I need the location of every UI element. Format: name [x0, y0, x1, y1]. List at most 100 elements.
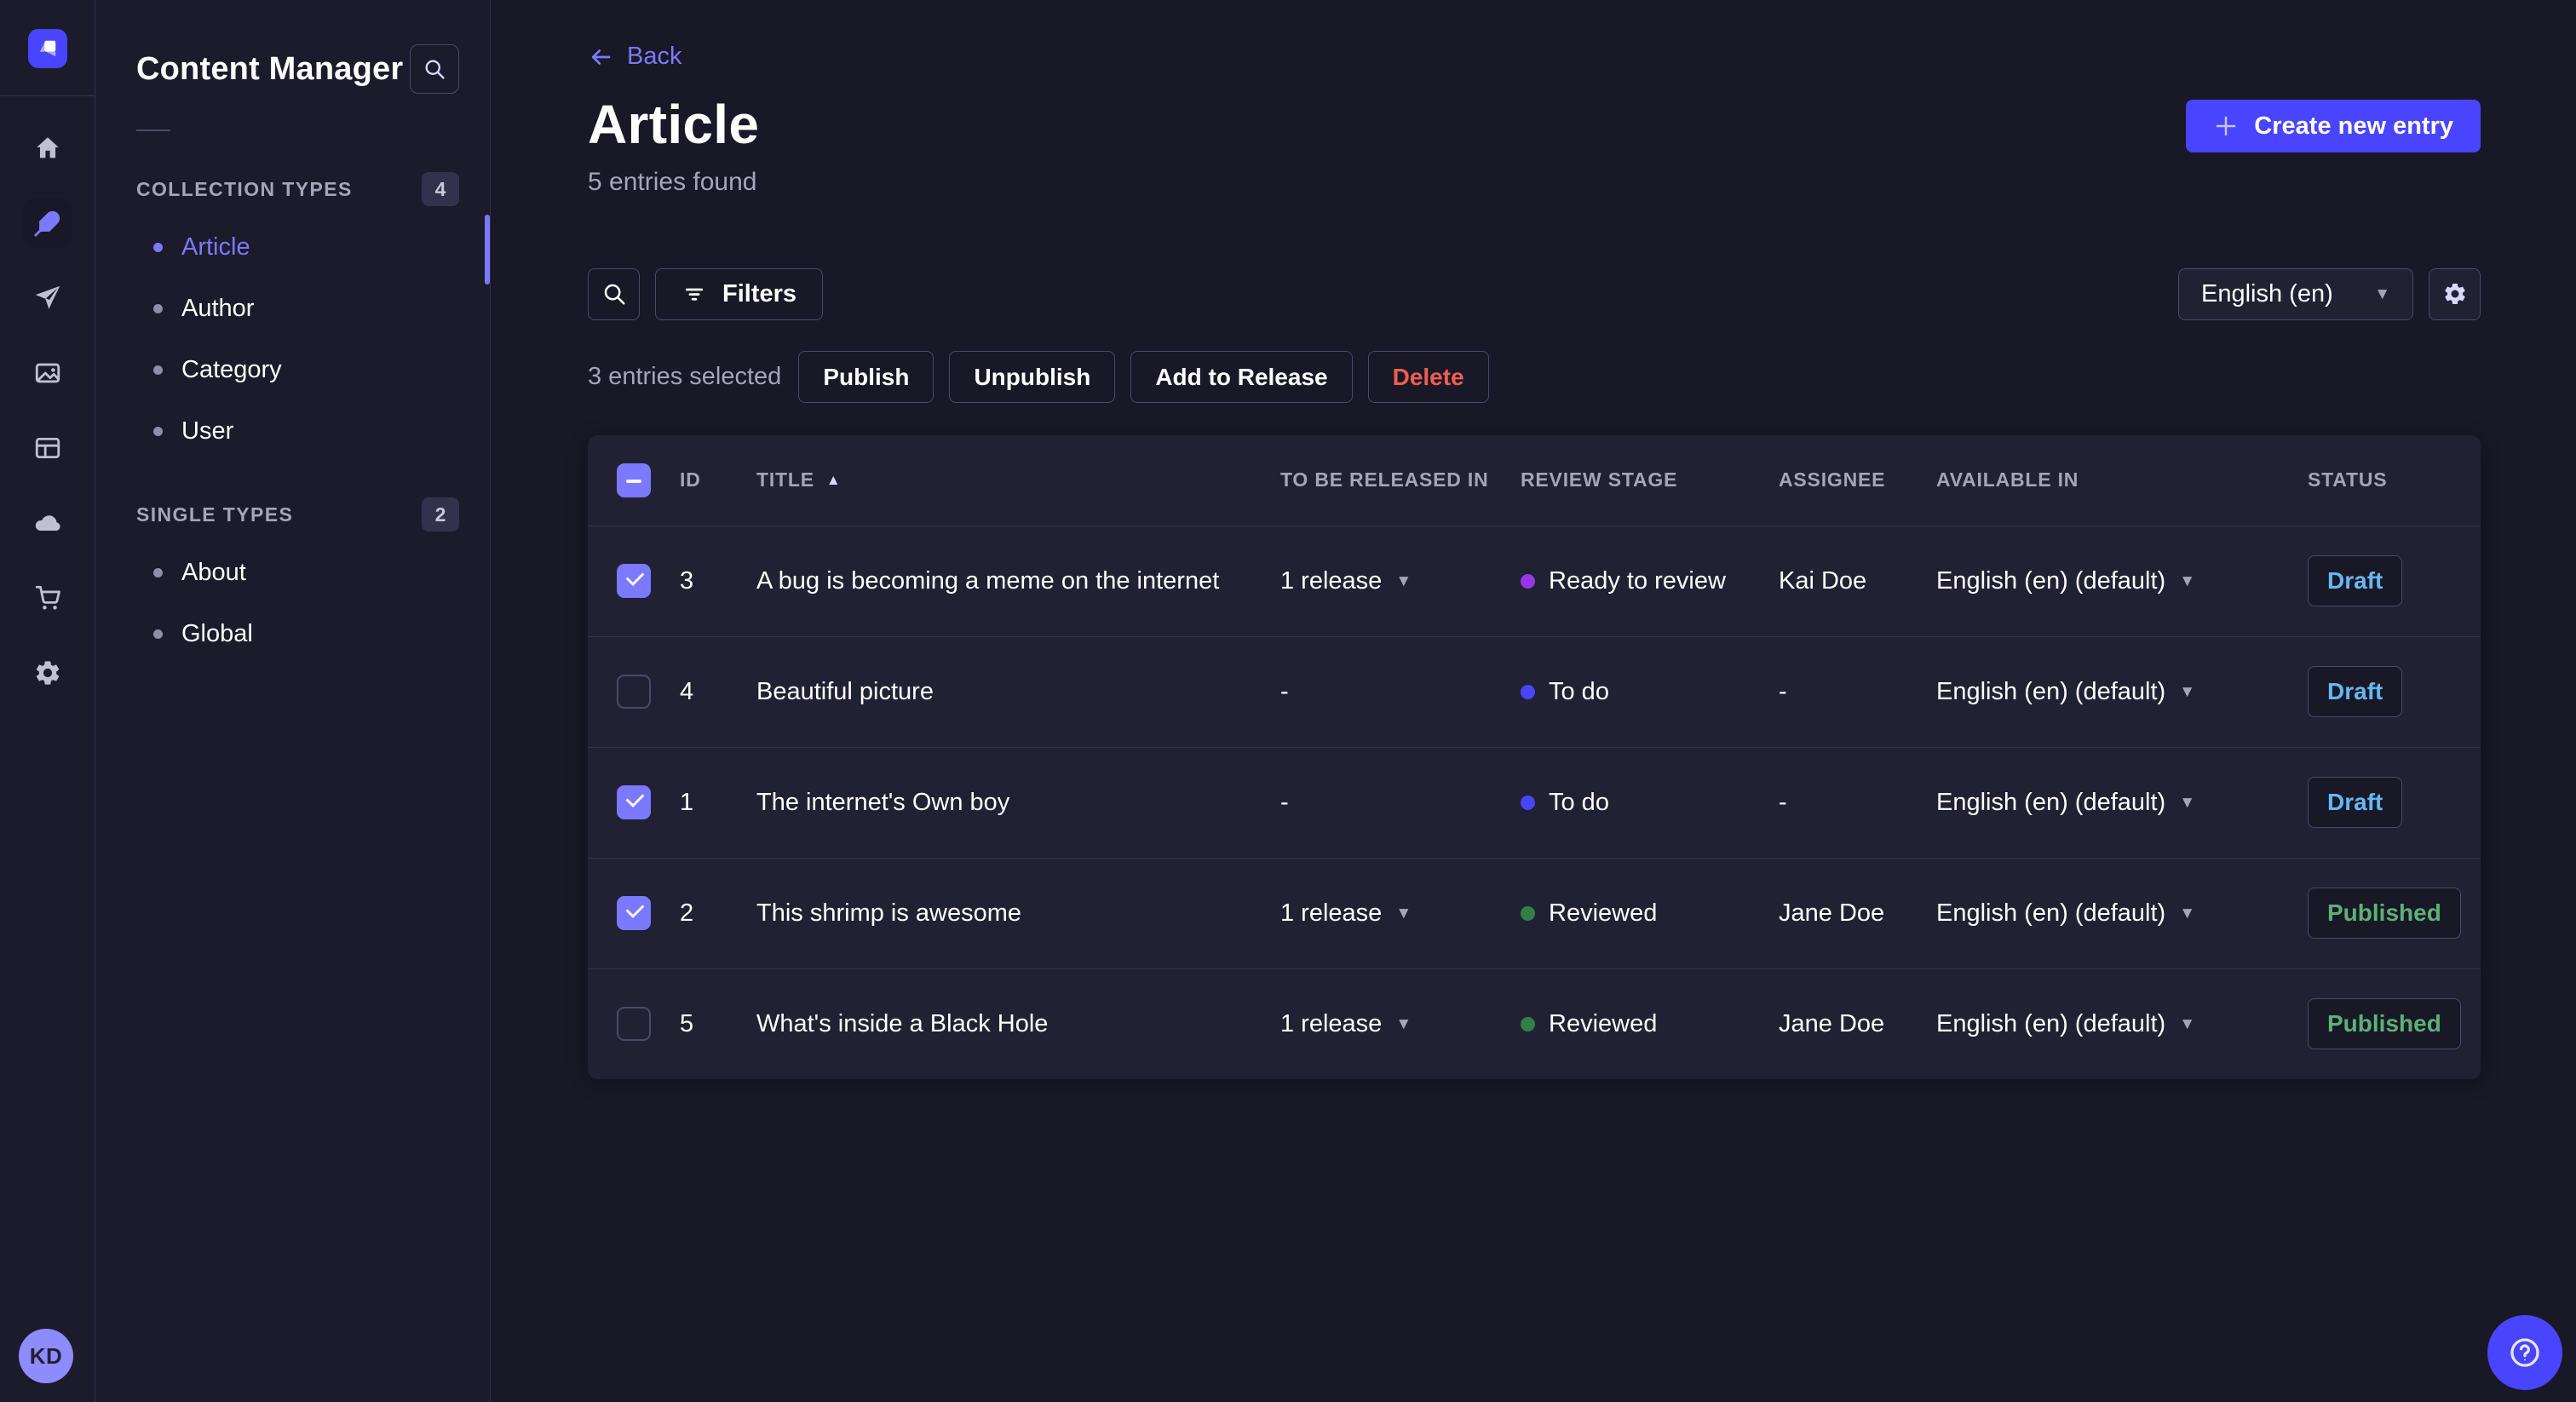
cell-id: 5 — [680, 1009, 694, 1037]
cell-title: This shrimp is awesome — [756, 899, 1022, 927]
status-badge: Published — [2308, 888, 2461, 939]
table-row[interactable]: 5 What's inside a Black Hole 1 release ▼ … — [588, 968, 2481, 1079]
sidebar-item-author[interactable]: Author — [95, 278, 490, 339]
entries-table: ID TITLE ▲ TO BE RELEASED IN REVIEW STAG… — [588, 434, 2481, 1079]
cell-id: 3 — [680, 566, 694, 595]
locale-caret[interactable]: ▼ — [2179, 1016, 2195, 1032]
filter-icon — [685, 288, 704, 301]
cell-review-stage: To do — [1521, 678, 1779, 706]
view-settings-button[interactable] — [2429, 267, 2481, 320]
single-types-label: SINGLE TYPES — [136, 503, 294, 526]
status-badge: Draft — [2308, 555, 2403, 606]
cell-assignee: Jane Doe — [1779, 899, 1885, 927]
main-nav-rail: KD — [0, 0, 95, 1402]
locale-caret[interactable]: ▼ — [2179, 795, 2195, 811]
review-dot — [1521, 905, 1535, 921]
cell-assignee: Jane Doe — [1779, 1009, 1885, 1037]
unpublish-button[interactable]: Unpublish — [949, 351, 1116, 403]
release-caret[interactable]: ▼ — [1395, 905, 1412, 922]
sidebar-item-article[interactable]: Article — [95, 216, 490, 278]
release-caret[interactable]: ▼ — [1395, 1016, 1412, 1032]
search-icon — [604, 284, 624, 305]
media-library-icon[interactable] — [23, 348, 72, 398]
cell-released: 1 release ▼ — [1280, 566, 1412, 595]
back-link[interactable]: Back — [588, 43, 681, 71]
plus-icon — [2217, 116, 2236, 136]
home-icon[interactable] — [23, 124, 72, 173]
bullet-icon — [153, 242, 163, 252]
cell-released: -▼ — [1280, 677, 1289, 705]
sidebar-scrollbar-thumb[interactable] — [485, 215, 490, 284]
content-type-builder-icon[interactable] — [23, 423, 72, 473]
row-checkbox[interactable] — [617, 1007, 651, 1041]
col-header-status[interactable]: STATUS — [2308, 468, 2452, 491]
sidebar-search-button[interactable] — [410, 44, 459, 94]
cell-available-in: English (en) (default) ▼ — [1936, 566, 2195, 595]
cell-released: -▼ — [1280, 788, 1289, 816]
selection-bar: 3 entries selected Publish Unpublish Add… — [588, 351, 2481, 404]
locale-caret[interactable]: ▼ — [2179, 905, 2195, 922]
cell-available-in: English (en) (default) ▼ — [1936, 1009, 2195, 1037]
row-checkbox[interactable] — [617, 564, 651, 598]
settings-icon[interactable] — [23, 648, 72, 698]
col-header-id[interactable]: ID — [680, 468, 756, 491]
delete-button[interactable]: Delete — [1367, 351, 1489, 403]
status-badge: Published — [2308, 998, 2461, 1049]
sidebar-item-category[interactable]: Category — [95, 339, 490, 400]
row-checkbox[interactable] — [617, 896, 651, 930]
locale-select[interactable]: English (en) ▼ — [2178, 267, 2413, 320]
cell-id: 1 — [680, 788, 694, 816]
collection-types-count: 4 — [422, 172, 459, 206]
col-header-available[interactable]: AVAILABLE IN — [1936, 468, 2308, 491]
table-header-row: ID TITLE ▲ TO BE RELEASED IN REVIEW STAG… — [588, 435, 2481, 526]
cell-available-in: English (en) (default) ▼ — [1936, 788, 2195, 816]
cell-review-stage: Reviewed — [1521, 899, 1779, 928]
cell-title: Beautiful picture — [756, 677, 934, 705]
sort-asc-icon: ▲ — [825, 471, 842, 488]
cell-assignee: - — [1779, 788, 1787, 816]
row-checkbox[interactable] — [617, 785, 651, 819]
deploy-icon[interactable] — [23, 498, 72, 548]
col-header-assignee[interactable]: ASSIGNEE — [1779, 468, 1936, 491]
cell-title: A bug is becoming a meme on the internet — [756, 566, 1220, 595]
select-all-checkbox[interactable] — [617, 463, 651, 497]
content-manager-icon[interactable] — [22, 198, 72, 248]
release-caret[interactable]: ▼ — [1395, 573, 1412, 589]
content-manager-sidebar: Content Manager COLLECTION TYPES 4 Artic… — [95, 0, 491, 1402]
review-dot — [1521, 795, 1535, 810]
filters-button[interactable]: Filters — [655, 267, 824, 320]
table-row[interactable]: 2 This shrimp is awesome 1 release ▼ Revi… — [588, 857, 2481, 968]
sidebar-item-global[interactable]: Global — [95, 603, 490, 664]
add-to-release-button[interactable]: Add to Release — [1130, 351, 1353, 403]
table-row[interactable]: 4 Beautiful picture -▼ To do - English (… — [588, 635, 2481, 747]
single-types-count: 2 — [422, 497, 459, 531]
create-new-entry-button[interactable]: Create new entry — [2186, 100, 2481, 152]
publish-button[interactable]: Publish — [798, 351, 934, 403]
bullet-icon — [153, 629, 163, 639]
col-header-review[interactable]: REVIEW STAGE — [1521, 468, 1779, 491]
sidebar-divider — [136, 129, 170, 131]
search-button[interactable] — [588, 267, 640, 320]
marketplace-icon[interactable] — [23, 573, 72, 623]
releases-icon[interactable] — [23, 273, 72, 323]
bullet-icon — [153, 567, 163, 577]
col-header-title[interactable]: TITLE ▲ — [756, 468, 1280, 491]
cell-id: 4 — [680, 677, 694, 705]
locale-caret[interactable]: ▼ — [2179, 573, 2195, 589]
bullet-icon — [153, 365, 163, 375]
locale-caret[interactable]: ▼ — [2179, 684, 2195, 700]
col-header-released[interactable]: TO BE RELEASED IN — [1280, 468, 1521, 491]
cell-released: 1 release ▼ — [1280, 1009, 1412, 1037]
help-button[interactable] — [2487, 1315, 2562, 1390]
sidebar-item-about[interactable]: About — [95, 542, 490, 603]
main-content: Back Article 5 entries found Create new … — [491, 0, 2576, 1402]
table-row[interactable]: 3 A bug is becoming a meme on the intern… — [588, 525, 2481, 636]
row-checkbox[interactable] — [617, 675, 651, 709]
user-avatar[interactable]: KD — [19, 1329, 73, 1383]
cell-review-stage: To do — [1521, 789, 1779, 817]
sidebar-item-user[interactable]: User — [95, 400, 490, 462]
cell-available-in: English (en) (default) ▼ — [1936, 677, 2195, 705]
table-row[interactable]: 1 The internet's Own boy -▼ To do - Engl… — [588, 746, 2481, 858]
chevron-down-icon: ▼ — [2374, 284, 2390, 303]
strapi-logo[interactable] — [27, 29, 67, 68]
